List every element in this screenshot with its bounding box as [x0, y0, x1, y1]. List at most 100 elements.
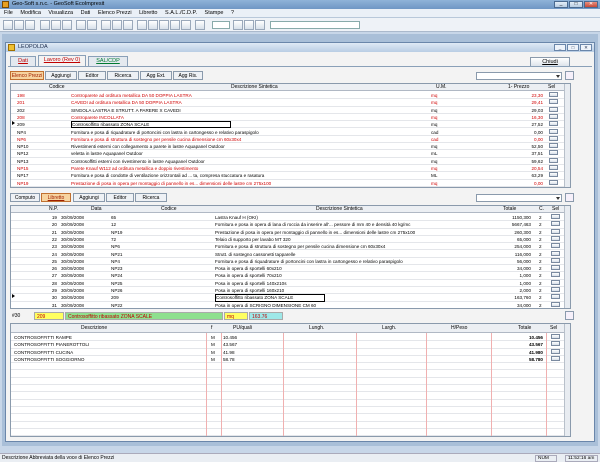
list-icon[interactable]	[148, 20, 158, 30]
row-sel-checkbox[interactable]	[549, 106, 558, 112]
price-list-row[interactable]: 198 Controparete ad orditura metallica DA…	[11, 92, 566, 100]
libretto-row[interactable]: 21 30/09/2008 NP19 Prestazione di posa in o…	[11, 228, 566, 236]
row-lib-sel-checkbox[interactable]	[551, 272, 560, 278]
libretto-row[interactable]: 27 30/09/2008 NP24 Posa in opera di sportel…	[11, 272, 566, 280]
copy-icon[interactable]	[51, 20, 61, 30]
row-lib-sel-checkbox[interactable]	[551, 214, 560, 219]
paste-icon[interactable]	[62, 20, 72, 30]
row-sel-checkbox[interactable]	[549, 172, 558, 178]
measurements-scrollbar[interactable]	[564, 324, 570, 436]
row-sel-checkbox[interactable]	[549, 150, 558, 156]
col-um[interactable]: U.M.	[436, 84, 447, 91]
menu-stampe[interactable]: Stampe	[205, 10, 224, 16]
lib-aggiungi-button[interactable]: Aggiungi	[73, 193, 105, 202]
measurement-row[interactable]: CONTROSOFFITTI PIANEROTTOLI M 43.567 43.567	[11, 341, 566, 349]
col-lib-sel[interactable]: Sel	[552, 206, 559, 213]
tab-computo[interactable]: Computo	[10, 193, 40, 202]
print-icon[interactable]	[76, 20, 86, 30]
row-sel-checkbox[interactable]	[549, 92, 558, 97]
price-list-scrollbar[interactable]	[564, 84, 570, 187]
cut-icon[interactable]	[40, 20, 50, 30]
libretto-row[interactable]: 26 30/09/2008 NP23 Posa in opera di sportel…	[11, 265, 566, 273]
price-list-row[interactable]: NP12 veletta in lastre Aquapanel Outdoor m…	[11, 150, 566, 158]
search-icon[interactable]	[255, 20, 265, 30]
aggiungi-button[interactable]: Aggiungi	[45, 71, 77, 80]
doc-close-button[interactable]: ✕	[580, 44, 592, 51]
chart-icon[interactable]	[123, 20, 133, 30]
col-meas-totale[interactable]: Totale	[518, 324, 531, 333]
agg-ext-button[interactable]: Agg Ext.	[140, 71, 172, 80]
col-sel[interactable]: Sel	[548, 84, 555, 91]
libretto-row[interactable]: 19 30/09/2008 65 Lastra Knauf H (OKI) 1150,3…	[11, 214, 566, 222]
open-icon[interactable]	[14, 20, 24, 30]
col-largh[interactable]: Largh.	[382, 324, 396, 333]
doc-minimize-button[interactable]: _	[554, 44, 566, 51]
price-list-row[interactable]: 209 Controsoffitto ribassato ZONA SCALE mq…	[11, 121, 566, 129]
row-meas-sel-checkbox[interactable]	[551, 348, 560, 354]
menu-dati[interactable]: Dati	[81, 10, 91, 16]
detail-scroll-button[interactable]	[565, 311, 574, 320]
row-lib-sel-checkbox[interactable]	[551, 228, 560, 234]
price-list-row[interactable]: 202 SINGOLA LASTRA E STRUTT. A PARERE X C…	[11, 106, 566, 114]
book-icon[interactable]	[137, 20, 147, 30]
new-icon[interactable]	[3, 20, 13, 30]
table-icon[interactable]	[170, 20, 180, 30]
col-hpeso[interactable]: H/Peso	[451, 324, 467, 333]
toolbar-combo-small[interactable]	[212, 21, 230, 29]
col-f[interactable]: f	[211, 324, 212, 333]
libretto-row[interactable]: 22 30/09/2008 72 Telaio di supporto per lav…	[11, 235, 566, 244]
close-button[interactable]: ✕	[584, 1, 598, 8]
tab-sal-cdp[interactable]: SAL/CDP	[88, 56, 128, 66]
lib-filter-combo[interactable]	[476, 194, 562, 202]
price-list-row[interactable]: 208 Controparete INCOLLATA mq 16,30	[11, 113, 566, 122]
col-pu[interactable]: PU/quali	[233, 324, 252, 333]
ep-scroll-button[interactable]	[565, 71, 574, 80]
libretto-row[interactable]: 23 30/09/2008 NP6 Fornitura e posa di strut…	[11, 243, 566, 251]
tab-dati[interactable]: Dati	[10, 56, 36, 66]
calculator-icon[interactable]	[112, 20, 122, 30]
price-list-row[interactable]: NP13 Controsoffitti esterni con rivestime…	[11, 157, 566, 165]
libretto-row[interactable]: 25 30/09/2008 NP4 Fornitura e posa di riqua…	[11, 257, 566, 266]
tab-libretto[interactable]: Libretto	[41, 193, 71, 202]
edit-icon[interactable]	[159, 20, 169, 30]
col-lungh[interactable]: Lungh.	[309, 324, 324, 333]
libretto-row[interactable]: 28 30/09/2008 NP25 Posa in opera di sportel…	[11, 279, 566, 287]
ricerca-button[interactable]: Ricerca	[107, 71, 139, 80]
row-sel-checkbox[interactable]	[549, 179, 558, 185]
row-lib-sel-checkbox[interactable]	[551, 301, 560, 307]
libretto-scrollbar[interactable]	[564, 206, 570, 308]
tool-icon[interactable]	[195, 20, 205, 30]
row-lib-sel-checkbox[interactable]	[551, 235, 560, 241]
row-lib-sel-checkbox[interactable]	[551, 294, 560, 300]
row-lib-sel-checkbox[interactable]	[551, 279, 560, 285]
col-totale[interactable]: Totale	[503, 206, 516, 213]
maximize-button[interactable]: □	[569, 1, 583, 8]
grid-icon[interactable]	[181, 20, 191, 30]
price-list-row[interactable]: NP17 Fornitura e posa di condotte di vent…	[11, 172, 566, 180]
col-meas-sel[interactable]: Sel	[550, 324, 557, 333]
folder-icon[interactable]	[101, 20, 111, 30]
row-sel-checkbox[interactable]	[549, 143, 558, 149]
filter-icon[interactable]	[233, 20, 243, 30]
col-prezzo[interactable]: 1- Prezzo	[508, 84, 529, 91]
lib-scroll-button[interactable]	[565, 193, 574, 202]
libretto-row[interactable]: 20 30/09/2008 12 Fornitura e posa in opera …	[11, 221, 566, 229]
libretto-row[interactable]: 24 30/09/2008 NP21 Strutt. di sostegno cass…	[11, 250, 566, 258]
minimize-button[interactable]: _	[554, 1, 568, 8]
row-sel-checkbox[interactable]	[549, 99, 558, 105]
editor-button[interactable]: Editor	[78, 71, 106, 80]
measurement-row[interactable]: CONTROSOFFITTI CUCINA M 41.98 41.980	[11, 348, 566, 356]
agg-ris-button[interactable]: Agg Ris.	[173, 71, 203, 80]
row-meas-sel-checkbox[interactable]	[551, 334, 560, 339]
menu-libretto[interactable]: Libretto	[139, 10, 157, 16]
measurement-row[interactable]: CONTROSOFFITTI SOGGIORNO M 58.78 58.780	[11, 355, 566, 364]
menu-elenco-prezzi[interactable]: Elenco Prezzi	[98, 10, 132, 16]
row-sel-checkbox[interactable]	[549, 157, 558, 163]
row-lib-sel-checkbox[interactable]	[551, 265, 560, 271]
row-lib-sel-checkbox[interactable]	[551, 287, 560, 292]
menu-sal-cdp[interactable]: S.A.L./C.D.P.	[165, 10, 197, 16]
price-list-row[interactable]: NP15 Parete Knauf W112 ad orditura metall…	[11, 165, 566, 173]
col-meas-descrizione[interactable]: Descrizione	[81, 324, 107, 333]
row-lib-sel-checkbox[interactable]	[551, 221, 560, 227]
sort-icon[interactable]	[244, 20, 254, 30]
